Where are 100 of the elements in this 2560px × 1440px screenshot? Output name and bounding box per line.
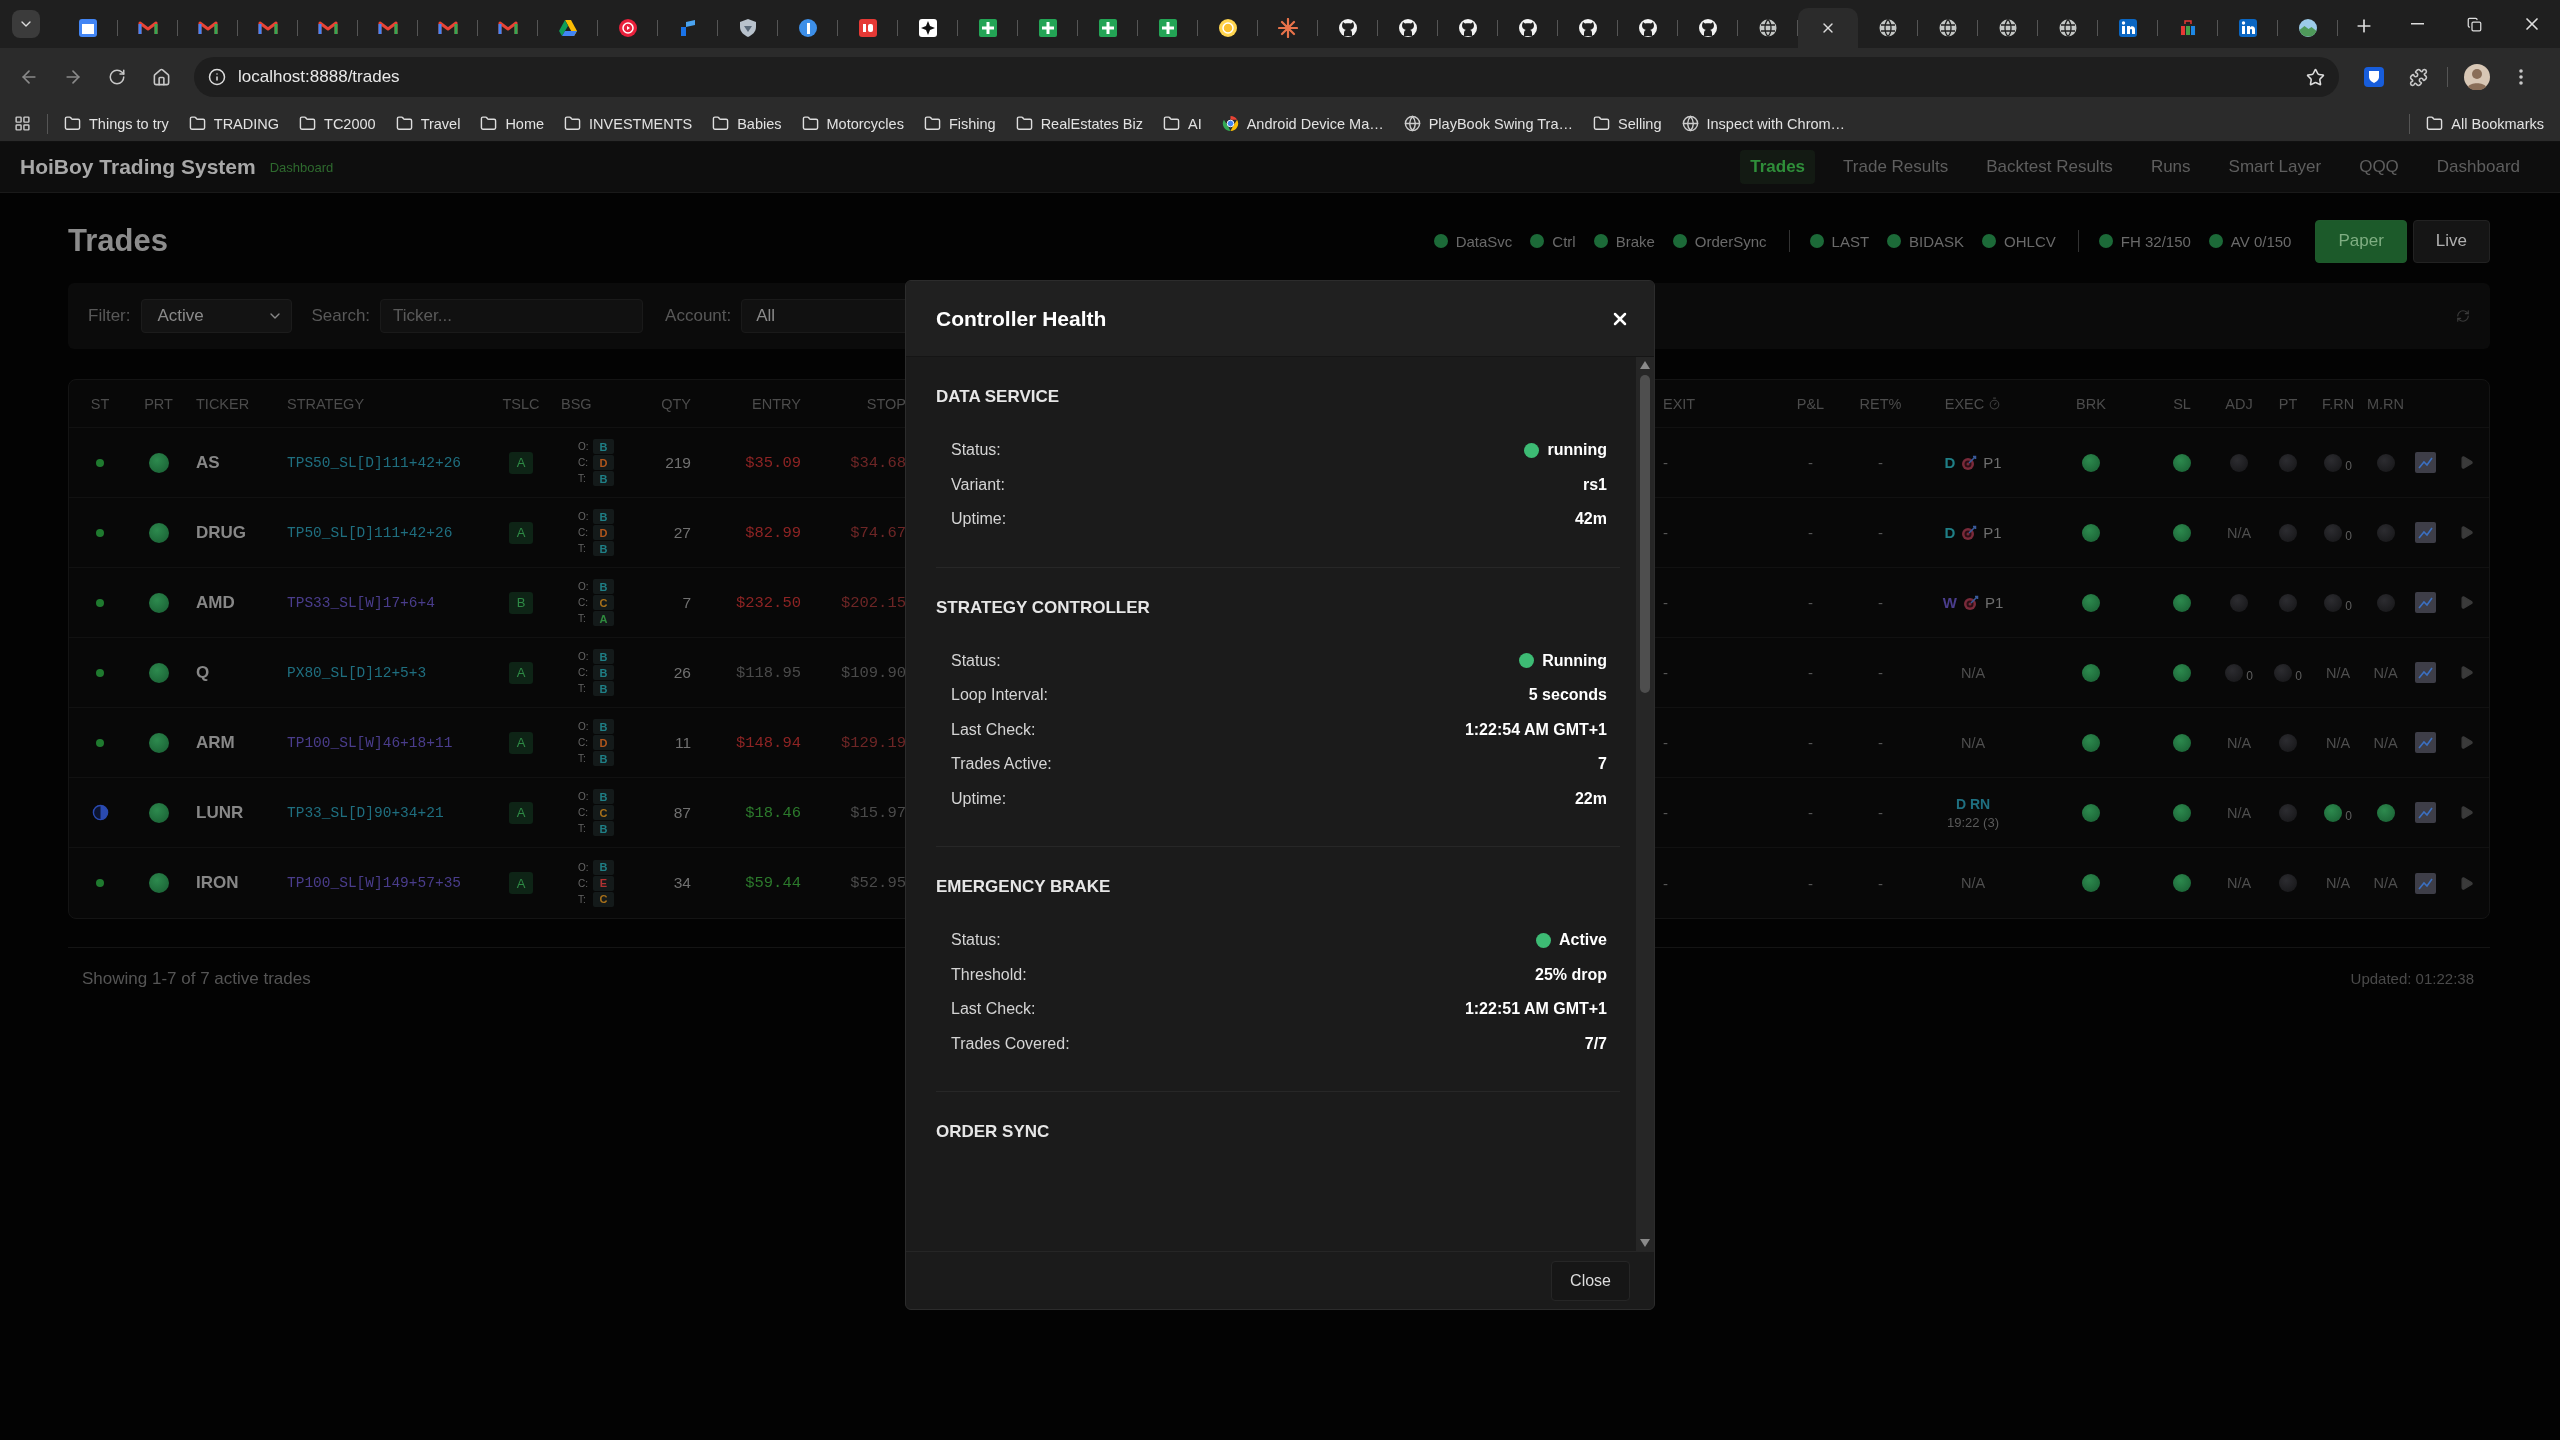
entry-price: $118.95 bbox=[735, 663, 801, 682]
section-title: EMERGENCY BRAKE bbox=[936, 876, 1112, 898]
grade-label: C: bbox=[578, 807, 589, 818]
bookmark-item[interactable]: INVESTMENTS bbox=[564, 115, 693, 132]
bookmark-star-icon[interactable] bbox=[2306, 67, 2325, 87]
info-icon[interactable] bbox=[208, 68, 226, 86]
chart-button[interactable] bbox=[2415, 802, 2436, 823]
strategy-link[interactable]: TP33_SL[D]90+34+21 bbox=[287, 804, 444, 821]
scroll-up-icon[interactable] bbox=[1640, 361, 1650, 369]
bookmark-item[interactable]: All Bookmarks bbox=[2426, 115, 2544, 132]
column-header[interactable]: QTY bbox=[661, 395, 691, 412]
strategy-link[interactable]: TPS50_SL[D]111+42+26 bbox=[287, 454, 462, 471]
line-chart-icon bbox=[2418, 455, 2433, 470]
column-header[interactable]: STRATEGY bbox=[287, 395, 365, 412]
updated-text: Updated: 01:22:38 bbox=[2350, 970, 2474, 987]
bookmark-item[interactable]: RealEstates Biz bbox=[1015, 115, 1143, 132]
filter-select[interactable]: Active bbox=[140, 299, 292, 333]
bookmark-item[interactable]: Things to try bbox=[64, 115, 169, 132]
field-value: 22m bbox=[1574, 789, 1607, 808]
column-header[interactable]: PT bbox=[2278, 395, 2298, 412]
column-header[interactable]: ST bbox=[90, 395, 110, 412]
grade-label: C: bbox=[578, 597, 589, 608]
bookmark-item[interactable]: Android Device Ma… bbox=[1221, 115, 1384, 132]
entry-price: $59.44 bbox=[745, 874, 801, 892]
column-header[interactable]: BRK bbox=[2076, 395, 2106, 412]
stop-price: $129.19 bbox=[840, 733, 906, 752]
bookmark-item[interactable]: Selling bbox=[1592, 115, 1662, 132]
column-header[interactable]: PRT bbox=[144, 395, 173, 412]
grade-badge: B bbox=[593, 681, 614, 696]
chart-button[interactable] bbox=[2415, 662, 2436, 683]
column-header[interactable]: STOP bbox=[866, 395, 906, 412]
strategy-link[interactable]: PX80_SL[D]12+5+3 bbox=[287, 664, 427, 681]
scroll-down-icon[interactable] bbox=[1640, 1239, 1650, 1247]
field-value: Active bbox=[1535, 931, 1607, 950]
search-field[interactable]: Ticker... bbox=[380, 299, 644, 333]
column-header[interactable]: M.RN bbox=[2366, 395, 2405, 412]
bookmark-item[interactable]: AI bbox=[1163, 115, 1202, 132]
chart-button[interactable] bbox=[2415, 872, 2436, 894]
bulb-icon bbox=[1218, 18, 1238, 38]
rerun-time: 19:22 (3) bbox=[1946, 814, 1999, 830]
bookmark-item[interactable]: Motorcycles bbox=[801, 115, 904, 132]
nav-link[interactable]: Trades bbox=[1740, 150, 1816, 184]
return-cell: - bbox=[1878, 594, 1883, 611]
strategy-link[interactable]: TPS33_SL[W]17+6+4 bbox=[287, 594, 435, 611]
mode-button[interactable]: Live bbox=[2412, 219, 2490, 263]
column-header[interactable]: EXIT bbox=[1663, 395, 1696, 412]
close-button[interactable]: Close bbox=[1551, 1260, 1630, 1301]
bookmark-item[interactable]: TRADING bbox=[188, 115, 280, 132]
count-label: 0 bbox=[2295, 668, 2302, 683]
globe-icon bbox=[1758, 18, 1778, 38]
cat-head-icon bbox=[1698, 18, 1718, 38]
nav-link[interactable]: Backtest Results bbox=[1976, 150, 2123, 184]
bookmark-item[interactable]: Inspect with Chrom… bbox=[1681, 115, 1846, 132]
chart-button[interactable] bbox=[2415, 452, 2436, 473]
bookmark-item[interactable]: Babies bbox=[712, 115, 782, 132]
column-header[interactable]: TSLC bbox=[502, 395, 540, 412]
strategy-link[interactable]: TP100_SL[W]149+57+35 bbox=[287, 875, 462, 891]
tab-search-button[interactable] bbox=[12, 10, 40, 38]
strategy-link[interactable]: TP100_SL[W]46+18+11 bbox=[287, 734, 453, 751]
column-header[interactable]: RET% bbox=[1859, 395, 1902, 412]
column-header[interactable]: EXEC bbox=[1944, 395, 2002, 412]
column-header[interactable]: ENTRY bbox=[752, 395, 801, 412]
column-header[interactable]: SL bbox=[2173, 395, 2191, 412]
priority-label: P1 bbox=[1983, 454, 2002, 471]
strategy-link[interactable]: TP50_SL[D]111+42+26 bbox=[287, 524, 453, 541]
line-chart-icon bbox=[2418, 595, 2433, 610]
grade-badge: B bbox=[593, 665, 614, 680]
grade-label: C: bbox=[578, 737, 589, 748]
nav-link[interactable]: QQQ bbox=[2349, 150, 2409, 184]
column-header[interactable]: ADJ bbox=[2225, 395, 2253, 412]
grade-badge: C bbox=[593, 891, 614, 907]
chart-button[interactable] bbox=[2415, 522, 2436, 543]
grade-badge: A bbox=[509, 872, 533, 894]
chart-button[interactable] bbox=[2415, 732, 2436, 753]
grade-label: T: bbox=[578, 753, 587, 764]
status-label: Ctrl bbox=[1552, 232, 1576, 250]
nav-link[interactable]: Runs bbox=[2140, 150, 2201, 184]
bookmark-item[interactable]: PlayBook Swing Tra… bbox=[1403, 115, 1573, 132]
section-title: DATA SERVICE bbox=[936, 386, 1061, 408]
scroll-thumb[interactable] bbox=[1640, 375, 1650, 693]
apps-icon[interactable] bbox=[14, 115, 31, 132]
address-bar[interactable]: localhost:8888/trades bbox=[194, 57, 2339, 97]
column-header[interactable]: F.RN bbox=[2321, 395, 2355, 412]
bookmark-item[interactable]: Home bbox=[480, 115, 545, 132]
profile-tile-icon bbox=[2238, 18, 2258, 38]
folder-icon bbox=[2426, 115, 2444, 132]
column-header[interactable]: TICKER bbox=[196, 395, 250, 412]
scrollbar[interactable] bbox=[1636, 357, 1654, 1251]
bookmark-item[interactable]: TC2000 bbox=[299, 115, 376, 132]
column-header[interactable]: P&L bbox=[1796, 395, 1825, 412]
bookmark-item[interactable]: Fishing bbox=[923, 115, 996, 132]
nav-link[interactable]: Smart Layer bbox=[2218, 150, 2332, 184]
mode-button[interactable]: Paper bbox=[2315, 219, 2407, 263]
nav-link[interactable]: Dashboard bbox=[2426, 150, 2530, 184]
chart-button[interactable] bbox=[2415, 592, 2436, 613]
grade-badge: A bbox=[509, 451, 533, 474]
column-header[interactable]: BSG bbox=[561, 395, 592, 412]
nav-link[interactable]: Trade Results bbox=[1833, 150, 1959, 184]
app-brand: HoiBoy Trading System bbox=[20, 155, 256, 179]
bookmark-item[interactable]: Travel bbox=[395, 115, 461, 132]
